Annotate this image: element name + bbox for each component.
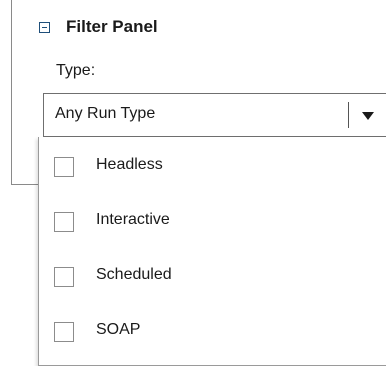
select-value: Any Run Type	[55, 105, 156, 122]
option-scheduled[interactable]: Scheduled	[39, 247, 386, 303]
run-type-select[interactable]: Any Run Type	[43, 93, 386, 137]
checkbox[interactable]	[54, 267, 74, 287]
checkbox[interactable]	[54, 157, 74, 177]
checkbox[interactable]	[54, 322, 74, 342]
option-label: SOAP	[96, 321, 141, 338]
option-soap[interactable]: SOAP	[39, 302, 386, 358]
option-headless[interactable]: Headless	[39, 137, 386, 193]
type-label: Type:	[56, 62, 96, 79]
panel-title: Filter Panel	[66, 17, 158, 36]
checkbox[interactable]	[54, 212, 74, 232]
page: Filter Panel Type: Any Run Type Headless…	[0, 0, 386, 366]
option-label: Headless	[96, 156, 163, 173]
option-interactive[interactable]: Interactive	[39, 192, 386, 248]
dropdown-arrow-icon[interactable]	[362, 112, 374, 120]
collapse-icon[interactable]	[39, 22, 50, 33]
select-divider	[348, 102, 349, 128]
run-type-dropdown-list: Headless Interactive Scheduled SOAP	[38, 137, 386, 366]
option-label: Interactive	[96, 211, 170, 228]
option-label: Scheduled	[96, 266, 172, 283]
